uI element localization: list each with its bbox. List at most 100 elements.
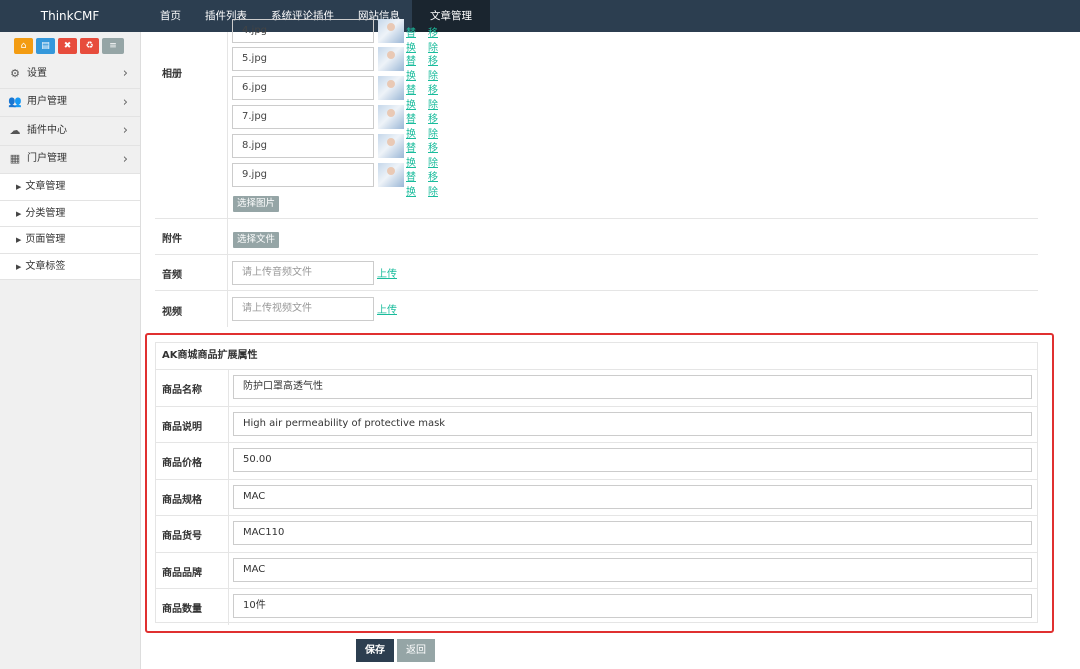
audio-row: 音频 请上传音频文件 上传 — [155, 255, 1038, 291]
replace-photo-link[interactable]: 替换 — [406, 24, 416, 54]
sidebar-subitem-articles[interactable]: ▶ 文章管理 — [0, 174, 140, 201]
replace-photo-link[interactable]: 替换 — [406, 52, 416, 82]
field-label: 商品品牌 — [162, 567, 202, 579]
product-quantity-row: 商品数量 10件 — [156, 588, 1037, 625]
remove-photo-link[interactable]: 移除 — [428, 81, 438, 111]
back-button[interactable]: 返回 — [397, 639, 435, 662]
column-divider — [227, 291, 228, 327]
select-file-button[interactable]: 选择文件 — [233, 232, 280, 248]
save-button[interactable]: 保存 — [356, 639, 394, 662]
sidebar-subitem-label: 文章标签 — [25, 260, 66, 272]
remove-photo-link[interactable]: 移除 — [428, 52, 438, 82]
album-label: 相册 — [162, 69, 182, 80]
sidebar-subitem-tags[interactable]: ▶ 文章标签 — [0, 253, 140, 280]
remove-photo-link[interactable]: 移除 — [428, 139, 438, 169]
remove-photo-link[interactable]: 移除 — [428, 168, 438, 198]
photo-thumbnail — [378, 47, 404, 71]
top-navbar: ThinkCMF 首页 插件列表 系统评论插件 网站信息 文章管理 — [0, 0, 1080, 32]
recycle-icon[interactable]: ♻ — [80, 38, 99, 54]
column-divider — [228, 552, 229, 588]
video-row: 视频 请上传视频文件 上传 — [155, 291, 1038, 327]
caret-right-icon: ▶ — [16, 262, 22, 271]
audio-input[interactable]: 请上传音频文件 — [232, 261, 374, 285]
field-label: 商品货号 — [162, 531, 202, 542]
remove-photo-link[interactable]: 移除 — [428, 110, 438, 140]
select-image-button[interactable]: 选择图片 — [233, 196, 280, 212]
select-file-wrapper: 选择文件 — [233, 232, 280, 248]
album-row: 相册 4.jpg 替换 移除 5.jpg 替换 移除 6.jpg 替换 移除 7… — [155, 19, 1038, 219]
photo-thumbnail — [378, 76, 404, 100]
replace-photo-link[interactable]: 替换 — [406, 139, 416, 169]
users-icon: 👥 — [8, 95, 22, 108]
cloud-icon: ☁ — [9, 123, 21, 137]
photo-name-input[interactable]: 6.jpg — [232, 76, 374, 100]
video-input[interactable]: 请上传视频文件 — [232, 297, 374, 321]
list-icon[interactable]: ≡ — [102, 38, 124, 54]
photo-name-input[interactable]: 8.jpg — [232, 134, 374, 158]
field-label: 商品规格 — [162, 494, 202, 506]
product-quantity-input[interactable]: 10件 — [233, 594, 1032, 618]
file-icon[interactable]: ▤ — [36, 38, 55, 54]
sidebar-subitem-label: 页面管理 — [25, 234, 66, 245]
nav-home[interactable]: 首页 — [148, 0, 193, 32]
product-sku-row: 商品货号 MAC110 — [156, 515, 1037, 552]
brand-logo[interactable]: ThinkCMF — [0, 0, 140, 32]
product-brand-input[interactable]: MAC — [233, 557, 1032, 582]
sidebar-item-label: 用户管理 — [27, 96, 67, 107]
replace-photo-link[interactable]: 替换 — [406, 81, 416, 111]
product-sku-input[interactable]: MAC110 — [233, 521, 1032, 545]
attachment-row: 附件 选择文件 — [155, 219, 1038, 255]
sidebar-subitem-label: 文章管理 — [25, 181, 66, 192]
chevron-right-icon: › — [122, 94, 128, 110]
product-spec-input[interactable]: MAC — [233, 484, 1032, 509]
select-image-wrapper: 选择图片 — [233, 196, 280, 212]
extension-title: AK商城商品扩展属性 — [162, 350, 258, 361]
sidebar-item-settings[interactable]: ⚙ 设置 › — [0, 60, 140, 89]
product-price-input[interactable]: 50.00 — [233, 448, 1032, 472]
nav-article-manage[interactable]: 文章管理 — [412, 0, 490, 32]
home-icon[interactable]: ⌂ — [14, 38, 33, 54]
field-label: 商品名称 — [162, 385, 202, 396]
upload-video-link[interactable]: 上传 — [377, 301, 397, 316]
chevron-right-icon: › — [122, 151, 128, 167]
sidebar-item-users[interactable]: 👥 用户管理 › — [0, 89, 140, 117]
product-name-input[interactable]: 防护口罩高透气性 — [233, 375, 1032, 399]
photo-name-input[interactable]: 4.jpg — [232, 19, 374, 43]
caret-right-icon: ▶ — [16, 183, 22, 191]
photo-thumbnail — [378, 105, 404, 129]
photo-thumbnail — [378, 19, 404, 43]
photo-name-input[interactable]: 5.jpg — [232, 47, 374, 71]
product-price-row: 商品价格 50.00 — [156, 442, 1037, 479]
sidebar-item-portal[interactable]: ▦ 门户管理 › — [0, 146, 140, 174]
attachment-label: 附件 — [162, 234, 182, 245]
sidebar-item-plugins[interactable]: ☁ 插件中心 › — [0, 117, 140, 146]
column-divider — [228, 516, 229, 552]
photo-name-input[interactable]: 7.jpg — [232, 105, 374, 129]
product-spec-row: 商品规格 MAC — [156, 478, 1037, 515]
product-desc-input[interactable]: High air permeability of protective mask — [233, 411, 1032, 436]
sidebar-subitem-categories[interactable]: ▶ 分类管理 — [0, 200, 140, 227]
gears-icon: ⚙ — [10, 66, 20, 80]
photo-thumbnail — [378, 163, 404, 187]
sidebar-item-label: 设置 — [27, 67, 47, 79]
field-label: 商品说明 — [162, 421, 202, 433]
trash-icon[interactable]: ✖ — [58, 38, 77, 54]
replace-photo-link[interactable]: 替换 — [406, 110, 416, 140]
column-divider — [227, 32, 228, 218]
field-label: 商品数量 — [162, 604, 202, 615]
replace-photo-link[interactable]: 替换 — [406, 168, 416, 198]
column-divider — [227, 255, 228, 290]
column-divider — [228, 589, 229, 625]
column-divider — [227, 219, 228, 254]
chevron-right-icon: › — [122, 123, 128, 138]
chevron-right-icon: › — [122, 66, 128, 81]
photo-name-input[interactable]: 9.jpg — [232, 163, 374, 187]
column-divider — [228, 406, 229, 442]
remove-photo-link[interactable]: 移除 — [428, 24, 438, 54]
sidebar-subitem-pages[interactable]: ▶ 页面管理 — [0, 227, 140, 254]
upload-audio-link[interactable]: 上传 — [377, 265, 397, 280]
field-label: 商品价格 — [162, 458, 202, 469]
extension-panel: AK商城商品扩展属性 商品名称 防护口罩高透气性 商品说明 High air p… — [155, 342, 1038, 625]
product-name-row: 商品名称 防护口罩高透气性 — [156, 369, 1037, 406]
product-desc-row: 商品说明 High air permeability of protective… — [156, 405, 1037, 442]
